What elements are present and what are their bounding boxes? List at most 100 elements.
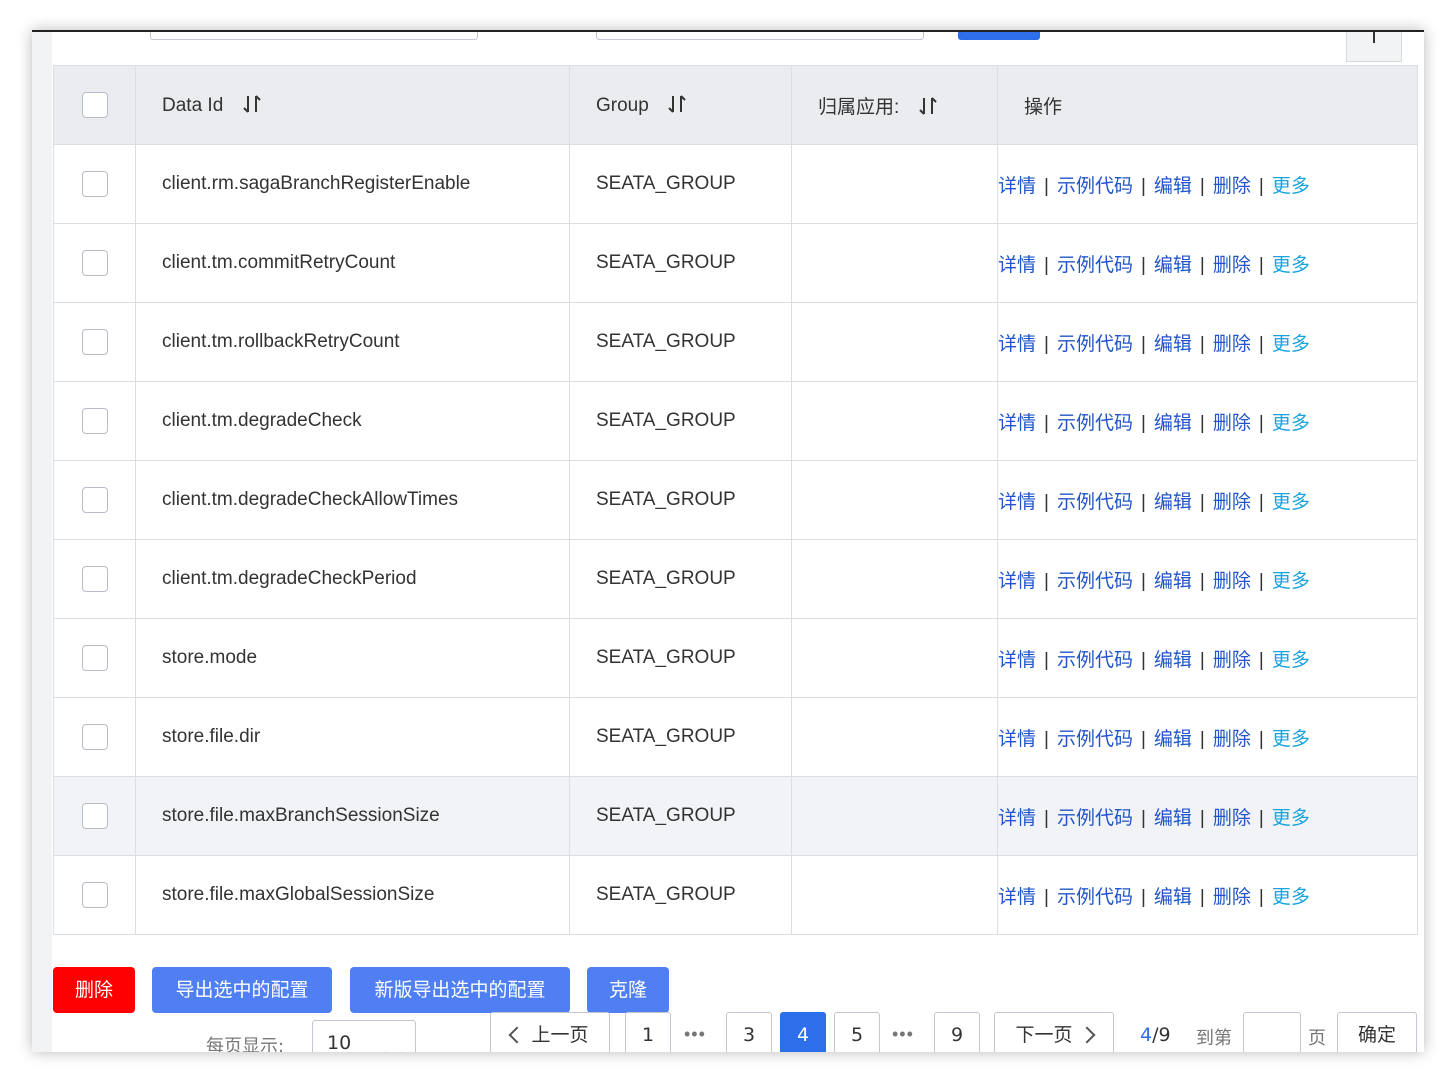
export-selected-button[interactable]: 导出选中的配置 [152, 967, 332, 1013]
column-group[interactable]: Group [569, 65, 792, 145]
row-checkbox[interactable] [81, 408, 108, 434]
sample-code-link[interactable]: 示例代码 [1057, 176, 1133, 197]
row-checkbox[interactable] [81, 250, 108, 276]
delete-link[interactable]: 删除 [1213, 650, 1251, 671]
export-selected-new-button[interactable]: 新版导出选中的配置 [350, 967, 570, 1013]
edit-link[interactable]: 编辑 [1154, 176, 1192, 197]
action-separator: | [1199, 175, 1205, 197]
edit-link[interactable]: 编辑 [1154, 808, 1192, 829]
page-button-9[interactable]: 9 [934, 1012, 980, 1052]
detail-link[interactable]: 详情 [998, 334, 1036, 355]
row-select-cell [53, 776, 136, 856]
detail-link[interactable]: 详情 [998, 808, 1036, 829]
delete-link[interactable]: 删除 [1213, 729, 1251, 750]
next-page-button[interactable]: 下一页 [994, 1012, 1114, 1052]
goto-label: 到第 [1196, 1028, 1232, 1049]
app-cell [791, 539, 998, 619]
page-button-4[interactable]: 4 [780, 1012, 826, 1052]
action-separator: | [1044, 412, 1049, 434]
detail-link[interactable]: 详情 [998, 887, 1036, 908]
detail-link[interactable]: 详情 [998, 571, 1036, 592]
row-checkbox[interactable] [81, 803, 108, 829]
edit-link[interactable]: 编辑 [1154, 492, 1192, 513]
more-link[interactable]: 更多 [1272, 808, 1310, 829]
page-button-1[interactable]: 1 [625, 1012, 671, 1052]
more-link[interactable]: 更多 [1272, 413, 1310, 434]
data-id-search-input[interactable] [150, 32, 478, 40]
column-app[interactable]: 归属应用: [791, 65, 998, 145]
sample-code-link[interactable]: 示例代码 [1057, 413, 1133, 434]
row-actions: 详情 | 示例代码 | 编辑 | 删除 | 更多 [997, 697, 1418, 777]
row-checkbox[interactable] [81, 171, 108, 197]
edit-link[interactable]: 编辑 [1154, 571, 1192, 592]
clone-button[interactable]: 克隆 [587, 967, 669, 1013]
group-search-input[interactable] [596, 32, 924, 40]
delete-link[interactable]: 删除 [1213, 413, 1251, 434]
detail-link[interactable]: 详情 [998, 729, 1036, 750]
sort-icon[interactable] [242, 94, 261, 114]
row-checkbox[interactable] [81, 724, 108, 750]
delete-link[interactable]: 删除 [1213, 255, 1251, 276]
edit-link[interactable]: 编辑 [1154, 255, 1192, 276]
page-size-select[interactable]: 10 [312, 1020, 416, 1052]
edit-link[interactable]: 编辑 [1154, 729, 1192, 750]
query-button[interactable] [958, 32, 1040, 40]
goto-page-input[interactable] [1243, 1012, 1301, 1052]
detail-link[interactable]: 详情 [998, 650, 1036, 671]
more-link[interactable]: 更多 [1272, 729, 1310, 750]
detail-link[interactable]: 详情 [998, 492, 1036, 513]
page-button-5[interactable]: 5 [834, 1012, 880, 1052]
sample-code-link[interactable]: 示例代码 [1057, 492, 1133, 513]
more-link[interactable]: 更多 [1272, 650, 1310, 671]
chevron-left-icon [508, 1013, 526, 1052]
more-link[interactable]: 更多 [1272, 887, 1310, 908]
more-link[interactable]: 更多 [1272, 334, 1310, 355]
row-select-cell [53, 460, 136, 540]
row-select-cell [53, 618, 136, 698]
row-checkbox[interactable] [81, 566, 108, 592]
detail-link[interactable]: 详情 [998, 255, 1036, 276]
detail-link[interactable]: 详情 [998, 413, 1036, 434]
row-checkbox[interactable] [81, 329, 108, 355]
delete-button[interactable]: 删除 [53, 967, 135, 1013]
row-actions: 详情 | 示例代码 | 编辑 | 删除 | 更多 [997, 144, 1418, 224]
delete-link[interactable]: 删除 [1213, 334, 1251, 355]
sample-code-link[interactable]: 示例代码 [1057, 887, 1133, 908]
sample-code-link[interactable]: 示例代码 [1057, 334, 1133, 355]
sample-code-link[interactable]: 示例代码 [1057, 650, 1133, 671]
action-separator: | [1258, 175, 1264, 197]
delete-link[interactable]: 删除 [1213, 176, 1251, 197]
page-button-3[interactable]: 3 [726, 1012, 772, 1052]
detail-link[interactable]: 详情 [998, 176, 1036, 197]
row-checkbox[interactable] [81, 882, 108, 908]
more-options-button[interactable] [1346, 32, 1402, 62]
row-checkbox[interactable] [81, 487, 108, 513]
delete-link[interactable]: 删除 [1213, 571, 1251, 592]
sample-code-link[interactable]: 示例代码 [1057, 571, 1133, 592]
delete-link[interactable]: 删除 [1213, 492, 1251, 513]
sample-code-link[interactable]: 示例代码 [1057, 255, 1133, 276]
more-link[interactable]: 更多 [1272, 176, 1310, 197]
sample-code-link[interactable]: 示例代码 [1057, 729, 1133, 750]
action-separator: | [1199, 254, 1205, 276]
select-all-checkbox[interactable] [81, 92, 108, 118]
edit-link[interactable]: 编辑 [1154, 650, 1192, 671]
sort-icon[interactable] [918, 96, 937, 116]
edit-link[interactable]: 编辑 [1154, 413, 1192, 434]
sample-code-link[interactable]: 示例代码 [1057, 808, 1133, 829]
sort-icon[interactable] [668, 94, 686, 114]
edit-link[interactable]: 编辑 [1154, 334, 1192, 355]
action-separator: | [1199, 807, 1205, 829]
row-checkbox[interactable] [81, 645, 108, 671]
delete-link[interactable]: 删除 [1213, 887, 1251, 908]
more-link[interactable]: 更多 [1272, 492, 1310, 513]
data-id-cell: client.rm.sagaBranchRegisterEnable [135, 144, 570, 224]
prev-page-button[interactable]: 上一页 [490, 1012, 610, 1052]
goto-confirm-button[interactable]: 确定 [1337, 1012, 1417, 1052]
edit-link[interactable]: 编辑 [1154, 887, 1192, 908]
more-link[interactable]: 更多 [1272, 255, 1310, 276]
delete-link[interactable]: 删除 [1213, 808, 1251, 829]
group-value: SEATA_GROUP [596, 331, 736, 352]
more-link[interactable]: 更多 [1272, 571, 1310, 592]
column-data-id[interactable]: Data Id [135, 65, 570, 145]
